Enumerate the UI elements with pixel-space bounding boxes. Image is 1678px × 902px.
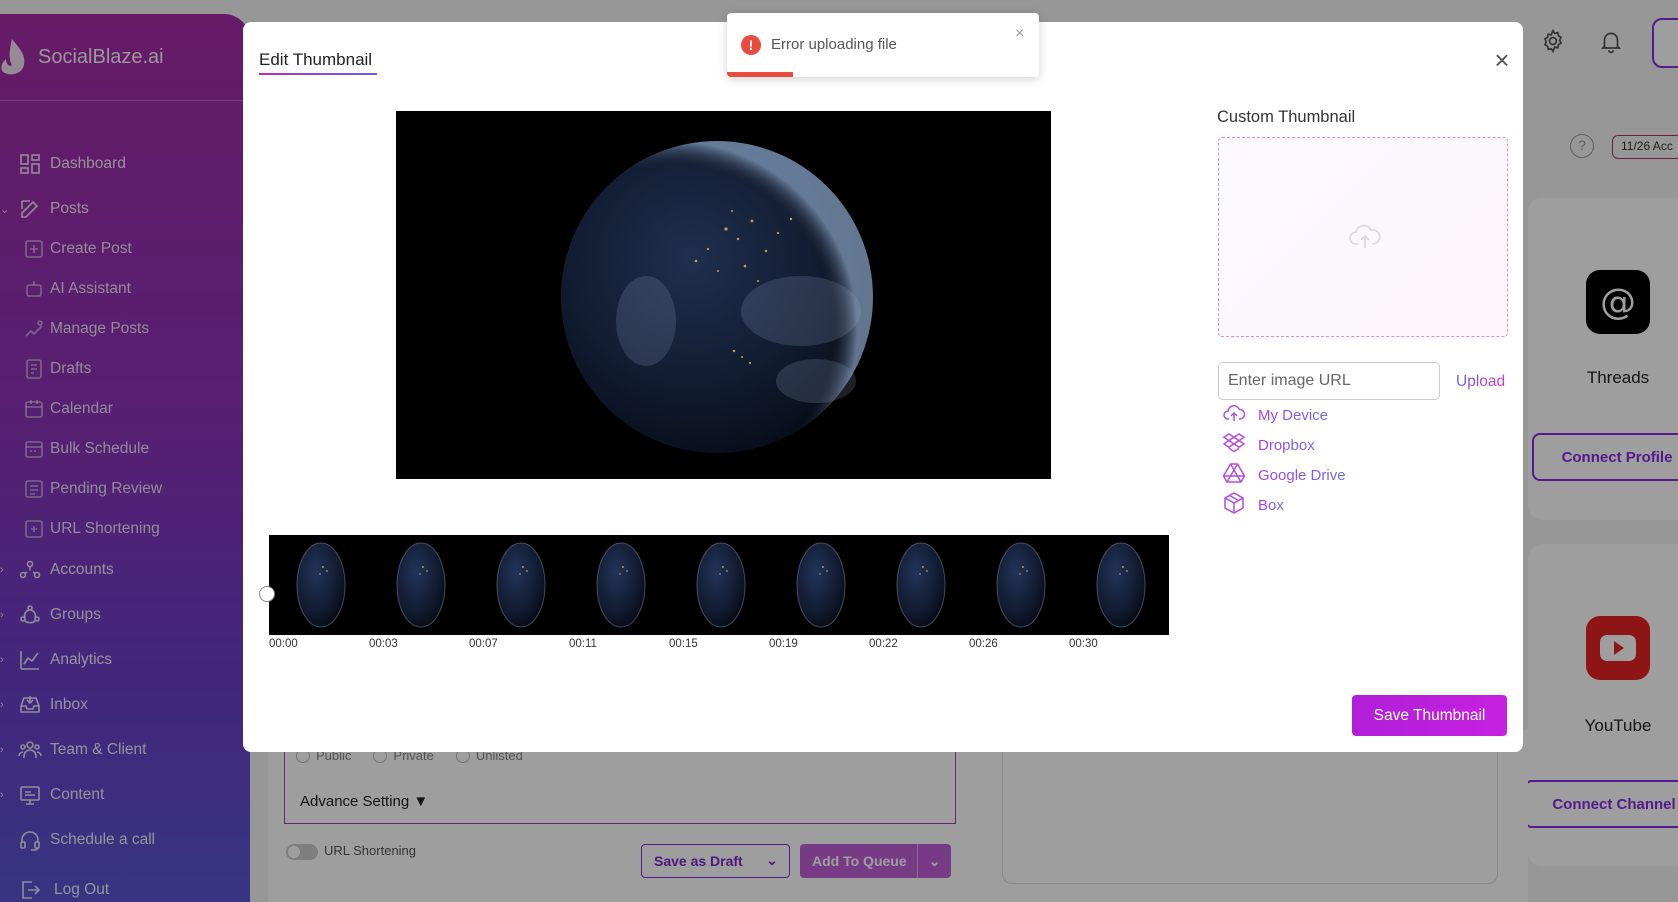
source-my-device[interactable]: My Device [1222,403,1328,427]
timeline-frame[interactable] [871,541,971,629]
timeline-timestamp: 00:03 [369,638,398,650]
video-preview[interactable] [396,111,1051,479]
timeline-timestamp: 00:15 [669,638,698,650]
timeline-frame[interactable] [771,541,871,629]
timeline-frame[interactable] [271,541,371,629]
timeline-handle[interactable] [259,586,275,602]
source-label: My Device [1258,406,1329,424]
source-box[interactable]: Box [1222,491,1284,519]
timeline-frame[interactable] [971,541,1071,629]
source-google-drive[interactable]: Google Drive [1222,463,1346,487]
title-underline [259,73,377,75]
source-dropbox[interactable]: Dropbox [1222,433,1315,457]
error-icon: ! [741,35,761,55]
dropbox-icon [1222,431,1246,459]
timeline-timestamp: 00:07 [469,638,498,650]
source-label: Box [1258,496,1284,514]
timeline-timestamp: 00:00 [269,638,298,650]
source-label: Google Drive [1258,466,1346,484]
timeline-frame[interactable] [1071,541,1169,629]
timeline-timestamp: 00:19 [769,638,798,650]
timeline-timestamp: 00:11 [569,638,597,650]
box-icon [1222,491,1246,519]
thumbnail-dropzone[interactable] [1218,137,1508,337]
timeline-frame[interactable] [671,541,771,629]
cloud-upload-icon [1222,401,1246,429]
google-drive-icon [1222,461,1246,489]
video-timeline[interactable] [269,535,1169,635]
timeline-frame[interactable] [371,541,471,629]
image-url-input[interactable] [1218,362,1440,400]
error-toast: ! Error uploading file × [727,13,1039,77]
earth-image [561,141,873,453]
cloud-upload-icon [1349,224,1381,248]
edit-thumbnail-modal: Edit Thumbnail × Custom Thumbnail Enter … [243,22,1523,752]
close-icon[interactable]: × [1487,46,1517,76]
custom-thumbnail-title: Custom Thumbnail [1217,108,1356,126]
source-label: Dropbox [1258,436,1315,454]
timeline-timestamp: 00:26 [969,638,998,650]
upload-button[interactable]: Upload [1456,373,1505,391]
save-thumbnail-button[interactable]: Save Thumbnail [1352,695,1507,736]
toast-progress-bar [727,72,793,77]
close-icon[interactable]: × [1015,25,1024,43]
timeline-timestamp: 00:30 [1069,638,1098,650]
toast-message: Error uploading file [771,36,897,53]
timeline-frame[interactable] [571,541,671,629]
timeline-frame[interactable] [471,541,571,629]
timeline-timestamp: 00:22 [869,638,898,650]
